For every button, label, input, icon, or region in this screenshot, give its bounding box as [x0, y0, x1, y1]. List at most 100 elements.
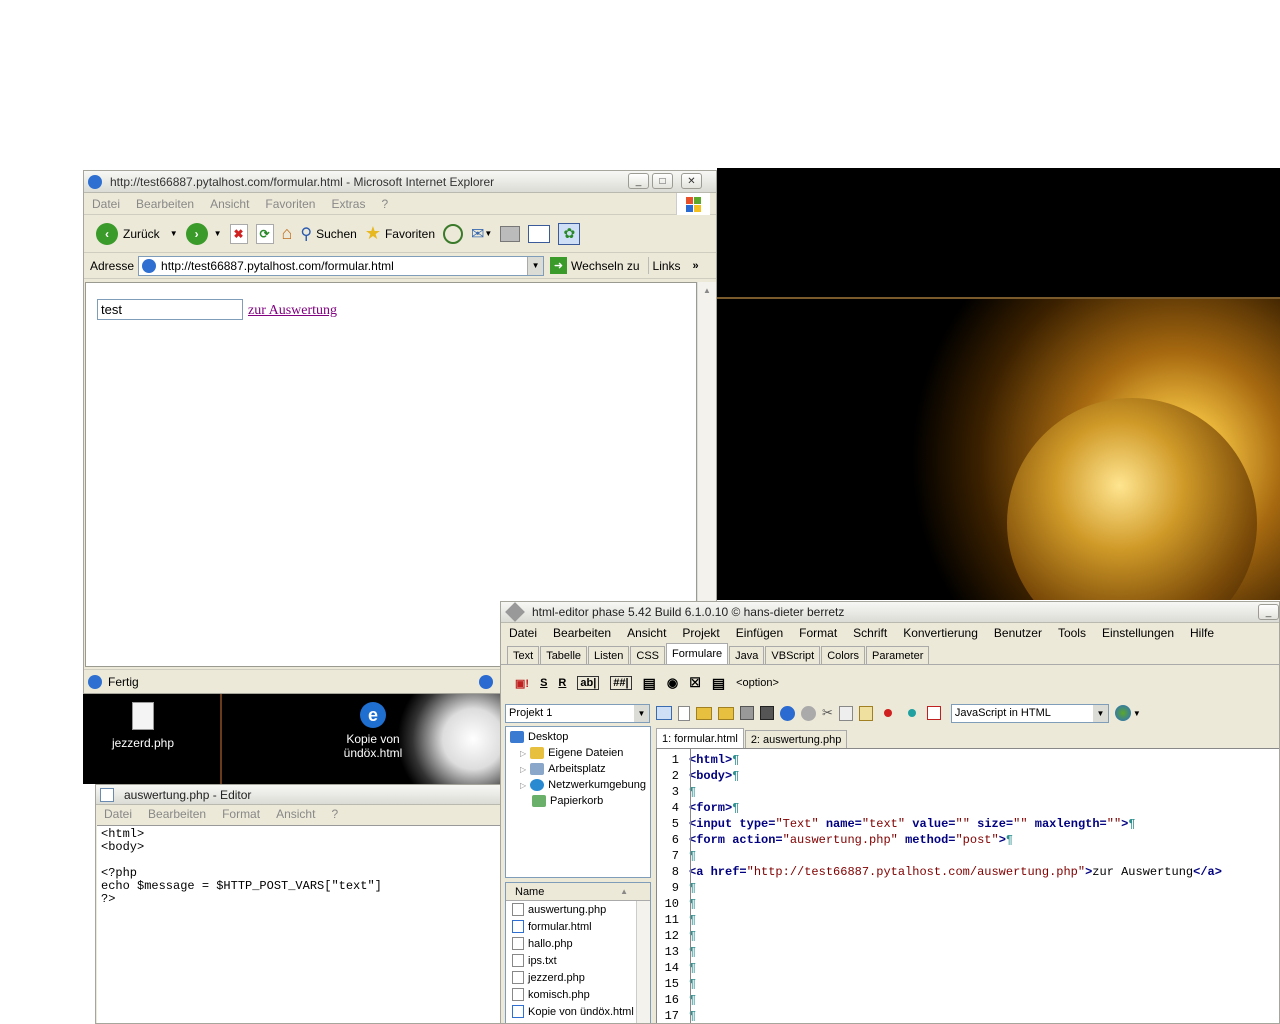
textfield-icon[interactable]: ab|: [577, 676, 600, 690]
cut-icon[interactable]: ✂: [822, 705, 833, 721]
tree-item-arbeitsplatz[interactable]: ▷ Arbeitsplatz: [510, 761, 646, 777]
expand-icon[interactable]: ▷: [520, 749, 526, 758]
tab-tabelle[interactable]: Tabelle: [540, 646, 588, 664]
save-icon[interactable]: [740, 706, 754, 720]
tab-listen[interactable]: Listen: [588, 646, 630, 664]
list-item[interactable]: ips.txt: [506, 952, 650, 969]
chevron-down-icon[interactable]: ▼: [170, 229, 178, 238]
menu-format[interactable]: Format: [791, 626, 845, 640]
edit-button[interactable]: [524, 219, 554, 249]
checklist-icon[interactable]: [926, 706, 941, 720]
list-item[interactable]: Kopie von ündöx.html: [506, 1003, 650, 1020]
desktop-icon-kopie[interactable]: e Kopie von ündöx.html: [333, 702, 413, 760]
stop-button[interactable]: ✖: [226, 219, 252, 249]
tab-formulare[interactable]: Formulare: [666, 643, 729, 664]
zur-auswertung-link[interactable]: zur Auswertung: [248, 303, 337, 319]
refresh-button[interactable]: ⟳: [252, 219, 278, 249]
list-item[interactable]: formular.html: [506, 918, 650, 935]
expand-icon[interactable]: ▷: [520, 781, 526, 790]
undo-icon[interactable]: [780, 705, 795, 721]
back-button[interactable]: ‹ Zurück ▼: [92, 219, 182, 249]
search-button[interactable]: ⚲ Suchen: [296, 219, 360, 249]
history-button[interactable]: [439, 219, 467, 249]
menu-help[interactable]: ?: [373, 197, 396, 211]
redo-icon[interactable]: [801, 705, 816, 721]
list-item[interactable]: jezzerd.php: [506, 969, 650, 986]
tree-item-papierkorb[interactable]: Papierkorb: [510, 793, 646, 809]
menu-bearbeiten[interactable]: Bearbeiten: [128, 197, 202, 211]
copy-icon[interactable]: [838, 705, 853, 721]
menu-tools[interactable]: Tools: [1050, 626, 1094, 640]
file-list-header[interactable]: Name ▲: [506, 883, 650, 901]
record-macro-icon[interactable]: [883, 709, 892, 717]
minimize-button[interactable]: _: [1258, 604, 1279, 620]
tab-auswertung-php[interactable]: 2: auswertung.php: [744, 730, 848, 748]
address-input[interactable]: http://test66887.pytalhost.com/formular.…: [138, 255, 545, 276]
browser-preview-icon[interactable]: [1114, 705, 1131, 721]
play-macro-icon[interactable]: [907, 709, 916, 717]
tab-formular-html[interactable]: 1: formular.html: [656, 728, 744, 748]
script-select[interactable]: JavaScript in HTML ▼: [950, 703, 1109, 723]
menu-konvertierung[interactable]: Konvertierung: [895, 626, 986, 640]
menu-ansicht[interactable]: Ansicht: [202, 197, 257, 211]
links-button[interactable]: Links: [653, 259, 681, 273]
tab-parameter[interactable]: Parameter: [866, 646, 930, 664]
list-item[interactable]: komisch.php: [506, 986, 650, 1003]
links-chevron-icon[interactable]: »: [693, 260, 699, 272]
menu-favoriten[interactable]: Favoriten: [257, 197, 323, 211]
select-list-icon[interactable]: ▤: [712, 675, 725, 692]
menu-datei[interactable]: Datei: [501, 626, 545, 640]
menu-projekt[interactable]: Projekt: [674, 626, 727, 640]
option-button[interactable]: <option>: [736, 677, 779, 689]
checkbox-icon[interactable]: ☒: [689, 675, 701, 691]
chevron-down-icon[interactable]: ▼: [634, 704, 649, 722]
tree-item-netzwerkumgebung[interactable]: ▷ Netzwerkumgebung: [510, 777, 646, 793]
tab-vbscript[interactable]: VBScript: [765, 646, 821, 664]
code-editor[interactable]: 1 <html>¶ 2 <body>¶ 3 ¶ 4 <form>¶ 5 <input ty…: [656, 748, 1279, 1023]
print-button[interactable]: [496, 219, 524, 249]
submit-button-icon[interactable]: S: [540, 677, 547, 689]
minimize-button[interactable]: _: [628, 173, 649, 189]
chevron-down-icon[interactable]: ▼: [1092, 704, 1108, 722]
save-all-icon[interactable]: [760, 706, 774, 720]
favorites-button[interactable]: ★ Favoriten: [361, 219, 439, 249]
tree-item-desktop[interactable]: Desktop: [510, 729, 646, 745]
menu-ansicht[interactable]: Ansicht: [619, 626, 674, 640]
menu-ansicht[interactable]: Ansicht: [268, 807, 323, 821]
home-button[interactable]: ⌂: [278, 219, 297, 249]
menu-einfuegen[interactable]: Einfügen: [728, 626, 791, 640]
new-file-icon[interactable]: [678, 705, 690, 721]
tab-java[interactable]: Java: [729, 646, 765, 664]
open-folder-icon[interactable]: [696, 706, 712, 720]
chevron-down-icon[interactable]: ▼: [1133, 709, 1141, 718]
radio-button-icon[interactable]: ◉: [667, 675, 678, 691]
reset-button-icon[interactable]: R: [558, 677, 566, 689]
menu-benutzer[interactable]: Benutzer: [986, 626, 1050, 640]
notepad-textarea[interactable]: <html> <body> <?php echo $message = $HTT…: [97, 825, 503, 1023]
menu-einstellungen[interactable]: Einstellungen: [1094, 626, 1182, 640]
tree-item-eigene-dateien[interactable]: ▷ Eigene Dateien: [510, 745, 646, 761]
expand-icon[interactable]: ▷: [520, 765, 526, 774]
tab-css[interactable]: CSS: [630, 646, 666, 664]
list-item[interactable]: hallo.php: [506, 935, 650, 952]
open-recent-icon[interactable]: [718, 706, 734, 720]
menu-bearbeiten[interactable]: Bearbeiten: [140, 807, 214, 821]
forward-button[interactable]: › ▼: [182, 219, 226, 249]
menu-help[interactable]: ?: [323, 807, 346, 821]
messenger-button[interactable]: ✿: [554, 219, 584, 249]
menu-format[interactable]: Format: [214, 807, 268, 821]
desktop-icon-jezzerd[interactable]: jezzerd.php: [103, 702, 183, 750]
maximize-button[interactable]: □: [652, 173, 673, 189]
password-field-icon[interactable]: ##|: [610, 676, 632, 690]
paste-icon[interactable]: [858, 705, 873, 721]
menu-extras[interactable]: Extras: [323, 197, 373, 211]
chevron-down-icon[interactable]: ▼: [214, 229, 222, 238]
go-button[interactable]: ➜ Wechseln zu: [550, 257, 649, 274]
tab-text[interactable]: Text: [507, 646, 540, 664]
file-list-scrollbar[interactable]: [636, 901, 650, 1023]
mail-button[interactable]: ✉ ▼: [467, 219, 496, 249]
menu-bearbeiten[interactable]: Bearbeiten: [545, 626, 619, 640]
menu-schrift[interactable]: Schrift: [845, 626, 895, 640]
tab-colors[interactable]: Colors: [821, 646, 865, 664]
textarea-icon[interactable]: ▤: [643, 675, 656, 692]
